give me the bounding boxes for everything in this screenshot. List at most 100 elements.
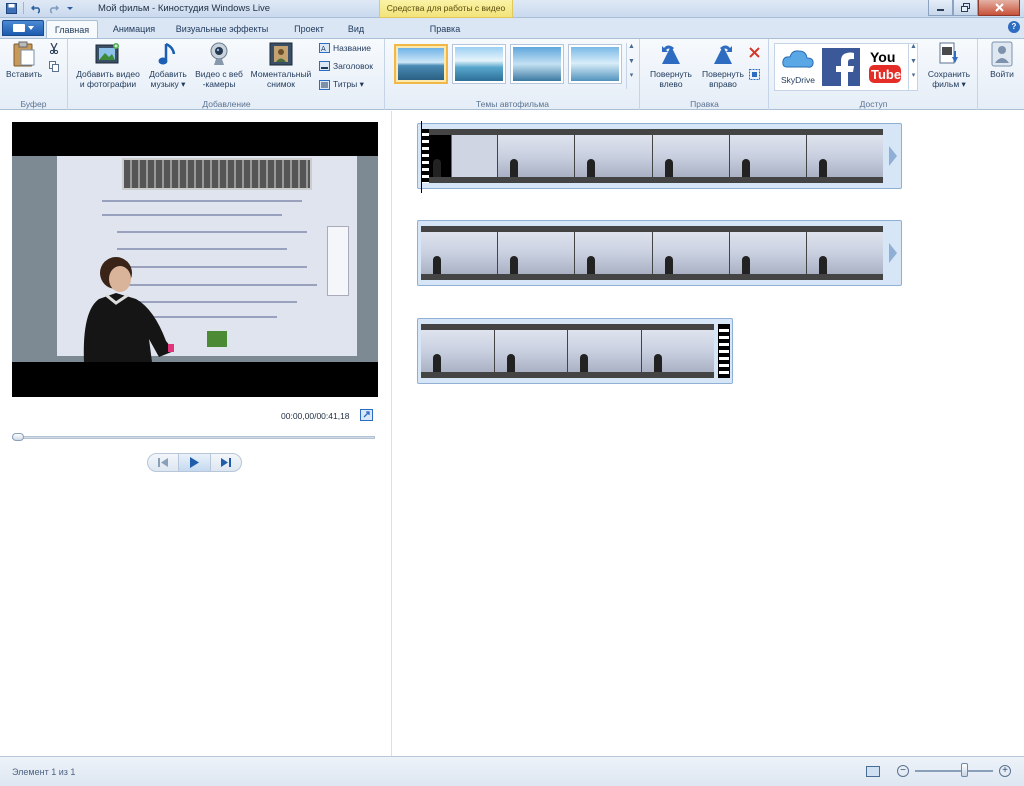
chevron-up-icon[interactable]: ▲ [628, 43, 635, 50]
seek-slider-thumb[interactable] [12, 433, 24, 441]
zoom-in-button[interactable]: + [999, 765, 1011, 777]
skydrive-label: SkyDrive [780, 75, 815, 85]
share-gallery-scroll[interactable]: ▲ ▼ ▾ [908, 43, 918, 91]
copy-button[interactable] [48, 60, 59, 72]
maximize-button[interactable] [953, 0, 978, 16]
tab-edit[interactable]: Правка [420, 20, 470, 38]
video-preview[interactable] [12, 122, 378, 397]
webcam-video-button[interactable]: Видео с веб -камеры [191, 41, 247, 89]
group-label-edit: Правка [690, 99, 719, 109]
next-frame-icon [220, 458, 231, 467]
play-button[interactable] [178, 454, 211, 471]
paste-button[interactable]: Вставить [3, 41, 45, 79]
add-music-button[interactable]: Добавить музыку ▾ [147, 41, 189, 89]
snapshot-button[interactable]: Моментальный снимок [247, 41, 315, 89]
chevron-up-icon[interactable]: ▲ [910, 43, 917, 50]
chevron-down-icon[interactable]: ▼ [910, 58, 917, 65]
snapshot-icon [268, 41, 294, 67]
continue-arrow-icon [889, 243, 897, 263]
theme-thumbnail [398, 48, 444, 80]
text-line [117, 248, 287, 250]
clip-row-2[interactable] [417, 220, 902, 286]
customize-icon[interactable] [63, 1, 77, 15]
cut-button[interactable] [48, 42, 59, 54]
preview-frame [12, 156, 378, 362]
theme-1[interactable] [394, 44, 448, 84]
tab-view[interactable]: Вид [340, 20, 372, 38]
video-frame [652, 232, 729, 274]
preview-pane: 00:00,00/00:41,18 [0, 111, 392, 756]
theme-4[interactable] [568, 44, 622, 84]
tab-project[interactable]: Проект [286, 20, 332, 38]
signin-button[interactable]: Войти [983, 41, 1021, 79]
thumbnail-size-icon[interactable] [866, 766, 880, 777]
video-frame [421, 135, 498, 177]
zoom-out-button[interactable]: − [897, 765, 909, 777]
video-frame [575, 135, 652, 177]
film-start-marker [421, 129, 429, 183]
video-frame [806, 232, 883, 274]
theme-thumbnail [513, 47, 561, 81]
remove-button[interactable] [749, 46, 760, 58]
clip-row-3[interactable] [417, 318, 733, 384]
close-button[interactable] [978, 0, 1020, 16]
text-line [117, 231, 307, 233]
frame-strip [421, 330, 714, 372]
tab-home[interactable]: Главная [46, 20, 98, 38]
text-line [102, 200, 302, 202]
skydrive-button[interactable]: SkyDrive [778, 45, 818, 85]
gallery-more-icon[interactable]: ▾ [630, 71, 634, 79]
zoom-slider-thumb[interactable] [961, 763, 968, 777]
add-video-button[interactable]: Добавить видео и фотографии [72, 41, 144, 89]
undo-icon[interactable] [29, 1, 43, 15]
credits-button[interactable]: Титры ▾ [319, 79, 364, 90]
redo-icon[interactable] [46, 1, 60, 15]
help-icon[interactable]: ? [1008, 21, 1020, 33]
film-strip [421, 226, 883, 280]
caption-label: Заголовок [333, 61, 373, 71]
caption-button[interactable]: Заголовок [319, 61, 373, 71]
title-button[interactable]: A Название [319, 43, 371, 53]
minimize-button[interactable] [928, 0, 953, 16]
select-all-button[interactable] [749, 68, 760, 80]
rotate-right-button[interactable]: Повернуть вправо [697, 41, 749, 89]
tab-visual-effects[interactable]: Визуальные эффекты [170, 20, 274, 38]
clip-row-1[interactable] [417, 123, 902, 189]
rotate-left-button[interactable]: Повернуть влево [645, 41, 697, 89]
theme-thumbnail [571, 47, 619, 81]
youtube-icon[interactable]: You Tube [866, 47, 906, 87]
app-menu-button[interactable] [2, 20, 44, 36]
playhead[interactable] [421, 121, 422, 193]
save-movie-button[interactable]: Сохранить фильм ▾ [922, 41, 976, 89]
theme-2[interactable] [452, 44, 506, 84]
paste-icon [11, 41, 37, 67]
keyboard-graphic [122, 158, 312, 190]
caption-icon [319, 61, 330, 71]
svg-text:Tube: Tube [871, 67, 901, 82]
credits-icon [319, 79, 330, 90]
theme-3[interactable] [510, 44, 564, 84]
next-frame-button[interactable] [211, 454, 241, 471]
title-bar: Мой фильм - Киностудия Windows Live Сред… [0, 0, 1024, 18]
gallery-more-icon[interactable]: ▾ [912, 71, 916, 79]
chevron-down-icon[interactable]: ▼ [628, 58, 635, 65]
save-movie-icon [936, 41, 962, 67]
tab-animation[interactable]: Анимация [104, 20, 164, 38]
ribbon: Вставить Буфер Добавить видео и фотограф… [0, 38, 1024, 110]
add-music-label-1: Добавить [149, 69, 187, 79]
group-signin: Войти [979, 39, 1024, 110]
zoom-slider[interactable] [915, 770, 993, 772]
seek-slider[interactable] [12, 436, 375, 439]
save-icon[interactable] [4, 1, 18, 15]
facebook-icon[interactable] [822, 48, 860, 86]
theme-thumbnail [455, 47, 503, 81]
snapshot-label-2: снимок [267, 79, 295, 89]
fullscreen-icon[interactable] [360, 409, 373, 421]
webcam-label-1: Видео с веб [195, 69, 243, 79]
scissors-icon [48, 42, 59, 54]
previous-frame-button[interactable] [148, 454, 178, 471]
app-menu-icon [12, 24, 25, 32]
video-frame [729, 135, 806, 177]
themes-gallery-scroll[interactable]: ▲ ▼ ▾ [626, 43, 636, 89]
video-frame [421, 232, 498, 274]
